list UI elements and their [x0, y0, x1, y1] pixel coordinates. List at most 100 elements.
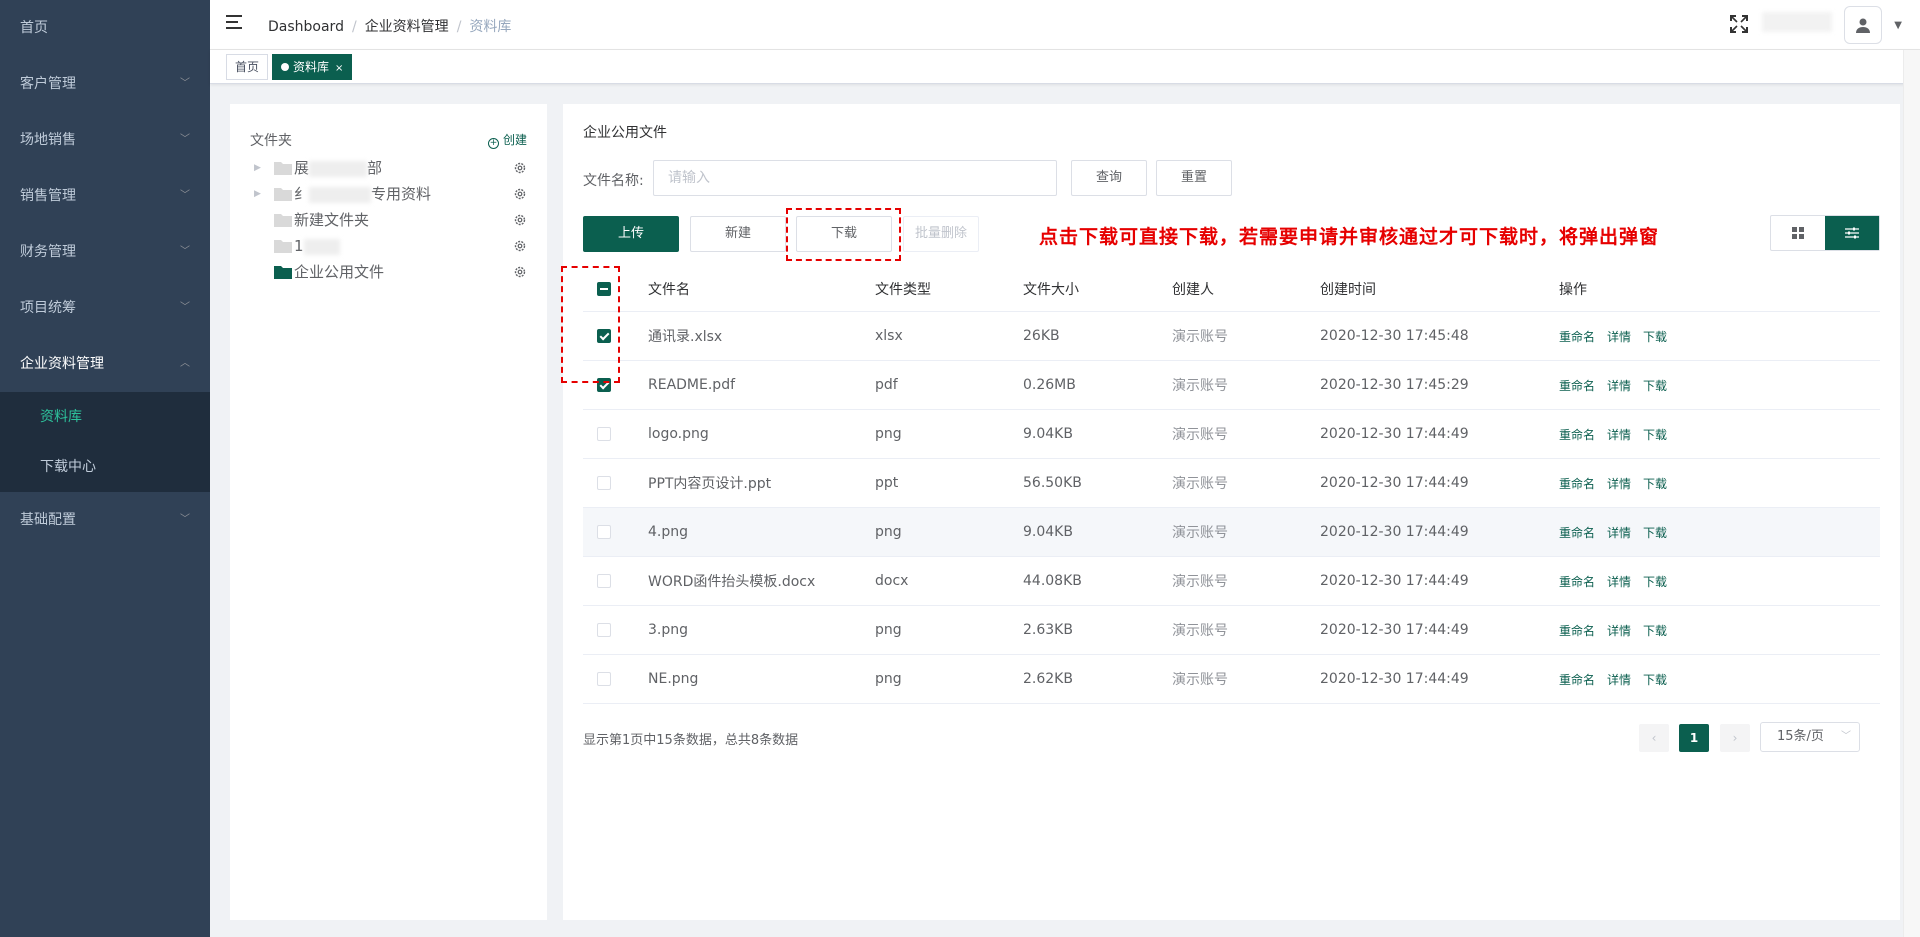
page-size-select[interactable]: 15条/页 ﹀ — [1760, 722, 1860, 752]
cell-size: 9.04KB — [1023, 426, 1073, 442]
rename-link[interactable]: 重命名 — [1559, 671, 1595, 688]
batch-delete-button[interactable]: 批量删除 — [903, 216, 979, 252]
grid-icon — [1792, 227, 1804, 239]
download-link[interactable]: 下载 — [1643, 671, 1667, 688]
folder-node[interactable]: 1 — [250, 235, 527, 257]
fullscreen-icon[interactable] — [1730, 15, 1748, 33]
cell-time: 2020-12-30 17:45:29 — [1320, 377, 1469, 393]
table-row[interactable]: 通讯录.xlsx xlsx 26KB 演示账号 2020-12-30 17:45:48 重… — [583, 312, 1880, 361]
next-page-button[interactable]: › — [1720, 724, 1750, 752]
hamburger-icon[interactable] — [226, 15, 246, 33]
page-1-button[interactable]: 1 — [1679, 724, 1709, 752]
table-row[interactable]: NE.png png 2.62KB 演示账号 2020-12-30 17:44:49 重命… — [583, 655, 1880, 704]
query-button[interactable]: 查询 — [1071, 160, 1147, 196]
row-checkbox[interactable] — [597, 476, 611, 490]
scrollbar[interactable] — [1903, 50, 1920, 937]
row-checkbox[interactable] — [597, 672, 611, 686]
filename-search-input[interactable] — [653, 160, 1057, 196]
folder-node[interactable]: ▶ 展部 — [250, 157, 527, 179]
cell-type: png — [875, 622, 902, 638]
annotation-highlight-checkboxes — [561, 266, 620, 383]
detail-link[interactable]: 详情 — [1607, 328, 1631, 345]
detail-link[interactable]: 详情 — [1607, 671, 1631, 688]
active-dot-icon — [281, 63, 289, 71]
sidebar-item-basic-config[interactable]: 基础配置 ﹀ — [0, 492, 210, 548]
rename-link[interactable]: 重命名 — [1559, 426, 1595, 443]
sidebar-item-home[interactable]: 首页 — [0, 0, 210, 56]
rename-link[interactable]: 重命名 — [1559, 328, 1595, 345]
rename-link[interactable]: 重命名 — [1559, 573, 1595, 590]
upload-button[interactable]: 上传 — [583, 216, 679, 252]
gear-icon[interactable] — [513, 187, 527, 201]
header-type: 文件类型 — [875, 281, 931, 298]
table-row[interactable]: WORD函件抬头模板.docx docx 44.08KB 演示账号 2020-12-30… — [583, 557, 1880, 606]
sidebar-item-customers[interactable]: 客户管理 ﹀ — [0, 56, 210, 112]
sidebar-item-sales[interactable]: 销售管理 ﹀ — [0, 168, 210, 224]
download-link[interactable]: 下载 — [1643, 377, 1667, 394]
close-icon[interactable]: × — [335, 63, 343, 74]
sidebar-item-projects[interactable]: 项目统筹 ﹀ — [0, 280, 210, 336]
download-link[interactable]: 下载 — [1643, 573, 1667, 590]
download-link[interactable]: 下载 — [1643, 426, 1667, 443]
sidebar-item-venue-sales[interactable]: 场地销售 ﹀ — [0, 112, 210, 168]
tag-label: 首页 — [235, 60, 260, 74]
detail-link[interactable]: 详情 — [1607, 426, 1631, 443]
detail-link[interactable]: 详情 — [1607, 573, 1631, 590]
gear-icon[interactable] — [513, 265, 527, 279]
caret-right-icon[interactable]: ▶ — [254, 183, 261, 205]
sidebar-item-download-center[interactable]: 下载中心 — [0, 442, 210, 492]
chevron-down-icon: ﹀ — [180, 134, 190, 145]
row-checkbox[interactable] — [597, 427, 611, 441]
download-link[interactable]: 下载 — [1643, 475, 1667, 492]
table-row[interactable]: 4.png png 9.04KB 演示账号 2020-12-30 17:44:49 重命名… — [583, 508, 1880, 557]
sidebar-item-library[interactable]: 资料库 — [0, 392, 210, 442]
sidebar-item-label: 场地销售 — [20, 132, 76, 148]
table-row[interactable]: README.pdf pdf 0.26MB 演示账号 2020-12-30 17:45:… — [583, 361, 1880, 410]
folder-node[interactable]: ▶ 纟专用资料 — [250, 183, 527, 205]
sidebar-item-label: 企业资料管理 — [20, 356, 104, 372]
row-checkbox[interactable] — [597, 574, 611, 588]
create-folder-button[interactable]: + 创建 — [487, 131, 527, 149]
caret-down-icon[interactable]: ▼ — [1894, 20, 1902, 31]
detail-link[interactable]: 详情 — [1607, 475, 1631, 492]
folder-label: 新建文件夹 — [294, 211, 370, 229]
table-row[interactable]: logo.png png 9.04KB 演示账号 2020-12-30 17:44:49… — [583, 410, 1880, 459]
folder-node[interactable]: 新建文件夹 — [250, 209, 527, 231]
detail-link[interactable]: 详情 — [1607, 622, 1631, 639]
reset-button[interactable]: 重置 — [1156, 160, 1232, 196]
download-link[interactable]: 下载 — [1643, 622, 1667, 639]
table-row[interactable]: PPT内容页设计.ppt ppt 56.50KB 演示账号 2020-12-30 17:… — [583, 459, 1880, 508]
folder-node-selected[interactable]: 企业公用文件 — [250, 261, 527, 283]
breadcrumb-dashboard[interactable]: Dashboard — [268, 19, 344, 35]
rename-link[interactable]: 重命名 — [1559, 622, 1595, 639]
row-checkbox[interactable] — [597, 623, 611, 637]
detail-link[interactable]: 详情 — [1607, 377, 1631, 394]
rename-link[interactable]: 重命名 — [1559, 475, 1595, 492]
sidebar-item-label: 基础配置 — [20, 512, 76, 528]
download-link[interactable]: 下载 — [1643, 328, 1667, 345]
gear-icon[interactable] — [513, 239, 527, 253]
breadcrumb-enterprise-docs[interactable]: 企业资料管理 — [365, 19, 449, 35]
avatar[interactable] — [1844, 6, 1882, 44]
table-row[interactable]: 3.png png 2.63KB 演示账号 2020-12-30 17:44:49 重命名… — [583, 606, 1880, 655]
caret-right-icon[interactable]: ▶ — [254, 157, 261, 179]
row-checkbox[interactable] — [597, 525, 611, 539]
prev-page-button[interactable]: ‹ — [1639, 724, 1669, 752]
gear-icon[interactable] — [513, 161, 527, 175]
cell-size: 2.62KB — [1023, 671, 1073, 687]
gear-icon[interactable] — [513, 213, 527, 227]
detail-link[interactable]: 详情 — [1607, 524, 1631, 541]
cell-creator: 演示账号 — [1172, 427, 1228, 443]
rename-link[interactable]: 重命名 — [1559, 377, 1595, 394]
new-button[interactable]: 新建 — [690, 216, 786, 252]
cell-name: 通讯录.xlsx — [648, 329, 723, 345]
download-link[interactable]: 下载 — [1643, 524, 1667, 541]
sidebar-item-enterprise-docs[interactable]: 企业资料管理 ︿ — [0, 336, 210, 392]
cell-time: 2020-12-30 17:45:48 — [1320, 328, 1469, 344]
tag-home[interactable]: 首页 — [226, 54, 269, 80]
grid-view-button[interactable] — [1771, 216, 1825, 250]
list-view-button[interactable] — [1825, 216, 1879, 250]
rename-link[interactable]: 重命名 — [1559, 524, 1595, 541]
tag-library[interactable]: 资料库 × — [272, 54, 353, 80]
sidebar-item-finance[interactable]: 财务管理 ﹀ — [0, 224, 210, 280]
